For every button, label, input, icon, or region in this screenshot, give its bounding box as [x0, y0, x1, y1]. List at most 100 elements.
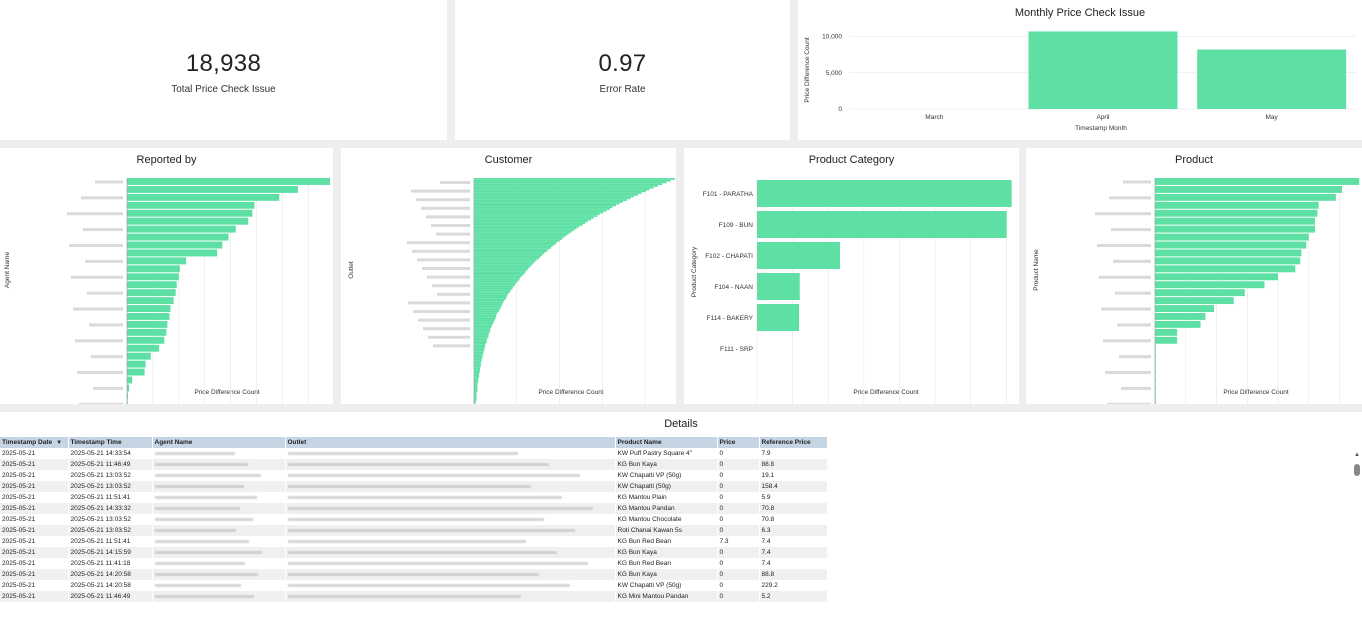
bar[interactable] — [474, 241, 557, 244]
bar[interactable] — [127, 249, 218, 257]
bar[interactable] — [474, 252, 545, 255]
bar[interactable] — [474, 211, 604, 214]
table-row[interactable]: 2025-05-21 2025-05-21 11:51:41 KG Bun Red … — [0, 536, 828, 547]
bar[interactable] — [474, 347, 485, 350]
bar[interactable] — [127, 241, 223, 249]
bar[interactable] — [474, 312, 498, 315]
bar[interactable] — [127, 376, 133, 384]
bar[interactable] — [474, 250, 547, 253]
bar[interactable] — [474, 374, 480, 377]
bar[interactable] — [474, 346, 486, 348]
bar[interactable] — [474, 284, 516, 286]
bar[interactable] — [474, 349, 485, 352]
bar[interactable] — [474, 280, 518, 283]
column-header-product-name[interactable]: Product Name — [615, 437, 718, 448]
column-header-agent-name[interactable]: Agent Name — [152, 437, 286, 448]
bar[interactable] — [474, 197, 631, 200]
table-row[interactable]: 2025-05-21 2025-05-21 11:46:49 KG Bun Kaya… — [0, 459, 828, 470]
product-category-bar[interactable] — [757, 242, 840, 269]
bar[interactable] — [474, 285, 514, 288]
column-header-outlet[interactable]: Outlet — [285, 437, 616, 448]
bar[interactable] — [474, 301, 504, 304]
bar[interactable] — [474, 338, 487, 341]
bar[interactable] — [474, 200, 623, 203]
bar[interactable] — [474, 218, 592, 221]
bar[interactable] — [474, 363, 481, 366]
bar[interactable] — [474, 264, 532, 267]
bar[interactable] — [474, 195, 634, 198]
bar[interactable] — [474, 209, 607, 212]
bar[interactable] — [474, 324, 492, 327]
bar[interactable] — [474, 181, 667, 184]
bar[interactable] — [474, 344, 486, 346]
bar[interactable] — [1155, 257, 1301, 265]
bar[interactable] — [474, 216, 594, 219]
bar[interactable] — [474, 296, 507, 299]
bar[interactable] — [474, 229, 575, 232]
bar[interactable] — [474, 239, 560, 242]
details-scrollbar[interactable]: ▲ — [1354, 452, 1360, 632]
monthly-bar[interactable] — [1028, 31, 1178, 109]
bar[interactable] — [127, 265, 180, 273]
bar[interactable] — [474, 351, 484, 354]
bar[interactable] — [474, 340, 487, 343]
bar[interactable] — [474, 321, 494, 324]
bar[interactable] — [1155, 209, 1318, 217]
bar[interactable] — [474, 188, 650, 191]
bar[interactable] — [127, 201, 255, 209]
bar[interactable] — [474, 223, 583, 226]
bar[interactable] — [127, 217, 249, 225]
bar[interactable] — [127, 352, 151, 360]
table-row[interactable]: 2025-05-21 2025-05-21 13:03:52 KW Chapatti… — [0, 470, 828, 481]
bar[interactable] — [1155, 249, 1302, 257]
bar[interactable] — [474, 261, 535, 263]
bar[interactable] — [474, 179, 671, 182]
bar[interactable] — [474, 328, 491, 331]
bar[interactable] — [127, 360, 146, 368]
table-row[interactable]: 2025-05-21 2025-05-21 14:15:59 KG Bun Kaya… — [0, 547, 828, 558]
bar[interactable] — [474, 246, 551, 249]
bar[interactable] — [474, 331, 490, 334]
bar[interactable] — [127, 320, 168, 328]
scroll-thumb[interactable] — [1354, 464, 1360, 476]
bar[interactable] — [474, 277, 521, 279]
table-row[interactable]: 2025-05-21 2025-05-21 14:33:32 KG Mantou P… — [0, 503, 828, 514]
bar[interactable] — [474, 395, 477, 398]
bar[interactable] — [474, 370, 480, 373]
bar[interactable] — [1155, 273, 1279, 281]
bar[interactable] — [474, 287, 513, 290]
bar[interactable] — [474, 183, 663, 186]
bar[interactable] — [474, 199, 628, 201]
bar[interactable] — [474, 393, 477, 396]
product-category-bar[interactable] — [757, 304, 800, 331]
bar[interactable] — [474, 384, 478, 387]
bar[interactable] — [474, 254, 543, 256]
bar[interactable] — [127, 305, 171, 312]
bar[interactable] — [474, 220, 588, 223]
bar[interactable] — [474, 361, 481, 364]
bar[interactable] — [474, 397, 477, 400]
bar[interactable] — [474, 305, 502, 308]
bar[interactable] — [1155, 281, 1265, 289]
bar[interactable] — [474, 204, 616, 207]
bar[interactable] — [474, 262, 534, 265]
bar[interactable] — [474, 206, 613, 209]
bar[interactable] — [1155, 297, 1234, 305]
bar[interactable] — [474, 186, 654, 189]
bar[interactable] — [474, 190, 646, 193]
bar[interactable] — [474, 399, 477, 401]
bar[interactable] — [474, 310, 499, 313]
bar[interactable] — [474, 185, 658, 187]
bar[interactable] — [474, 291, 510, 293]
bar[interactable] — [474, 202, 620, 205]
bar[interactable] — [474, 354, 483, 357]
table-row[interactable]: 2025-05-21 2025-05-21 14:33:54 KW Puff Pas… — [0, 448, 828, 459]
bar[interactable] — [474, 381, 479, 384]
sort-down-icon[interactable]: ▼ — [56, 440, 62, 446]
bar[interactable] — [1155, 328, 1178, 336]
bar[interactable] — [1155, 241, 1307, 249]
bar[interactable] — [474, 307, 501, 309]
product-category-bar[interactable] — [757, 180, 1012, 207]
product-category-bar[interactable] — [757, 273, 800, 300]
bar[interactable] — [474, 308, 500, 311]
